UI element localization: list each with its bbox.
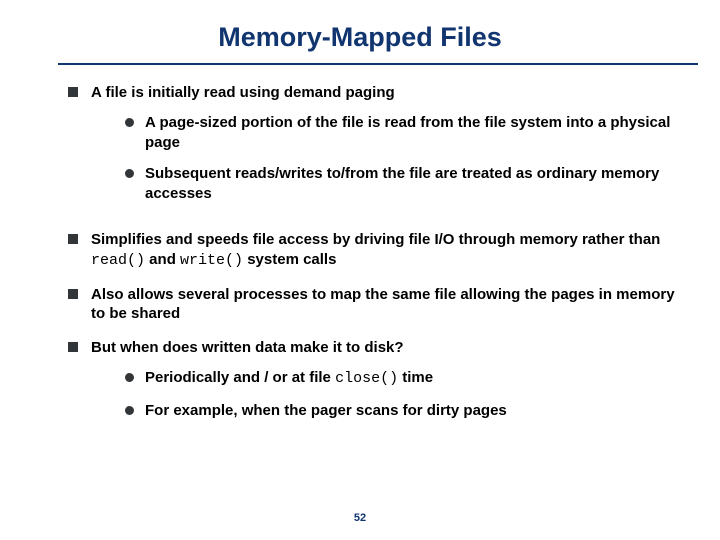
bullet-text: Subsequent reads/writes to/from the file… <box>145 164 690 204</box>
bullet-text: Simplifies and speeds file access by dri… <box>91 230 690 271</box>
code-close: close() <box>335 370 398 387</box>
bullet-level1: But when does written data make it to di… <box>68 338 690 432</box>
bullet-level2: Periodically and / or at file close() ti… <box>125 368 690 389</box>
square-bullet-icon <box>68 289 78 299</box>
code-write: write() <box>180 252 243 269</box>
bullet-text: Also allows several processes to map the… <box>91 285 690 325</box>
page-number: 52 <box>0 512 720 524</box>
bullet-level2: A page-sized portion of the file is read… <box>125 113 690 153</box>
bullet-level1: Also allows several processes to map the… <box>68 285 690 325</box>
slide-content: A file is initially read using demand pa… <box>0 65 720 433</box>
text: time <box>398 369 433 386</box>
text: A file is initially read using demand pa… <box>91 84 395 101</box>
slide-title: Memory-Mapped Files <box>0 0 720 63</box>
circle-bullet-icon <box>125 118 134 127</box>
square-bullet-icon <box>68 342 78 352</box>
text: and <box>145 251 180 268</box>
text: But when does written data make it to di… <box>91 339 404 356</box>
text: Periodically and / or at file <box>145 369 335 386</box>
bullet-text: For example, when the pager scans for di… <box>145 401 690 421</box>
bullet-text: A file is initially read using demand pa… <box>91 83 690 216</box>
square-bullet-icon <box>68 234 78 244</box>
bullet-level2: For example, when the pager scans for di… <box>125 401 690 421</box>
bullet-level1: A file is initially read using demand pa… <box>68 83 690 216</box>
text: Simplifies and speeds file access by dri… <box>91 231 660 248</box>
text: system calls <box>243 251 336 268</box>
bullet-text: But when does written data make it to di… <box>91 338 690 432</box>
bullet-text: A page-sized portion of the file is read… <box>145 113 690 153</box>
bullet-level1: Simplifies and speeds file access by dri… <box>68 230 690 271</box>
slide: Memory-Mapped Files A file is initially … <box>0 0 720 540</box>
code-read: read() <box>91 252 145 269</box>
bullet-text: Periodically and / or at file close() ti… <box>145 368 690 389</box>
circle-bullet-icon <box>125 406 134 415</box>
circle-bullet-icon <box>125 373 134 382</box>
bullet-level2: Subsequent reads/writes to/from the file… <box>125 164 690 204</box>
circle-bullet-icon <box>125 169 134 178</box>
square-bullet-icon <box>68 87 78 97</box>
